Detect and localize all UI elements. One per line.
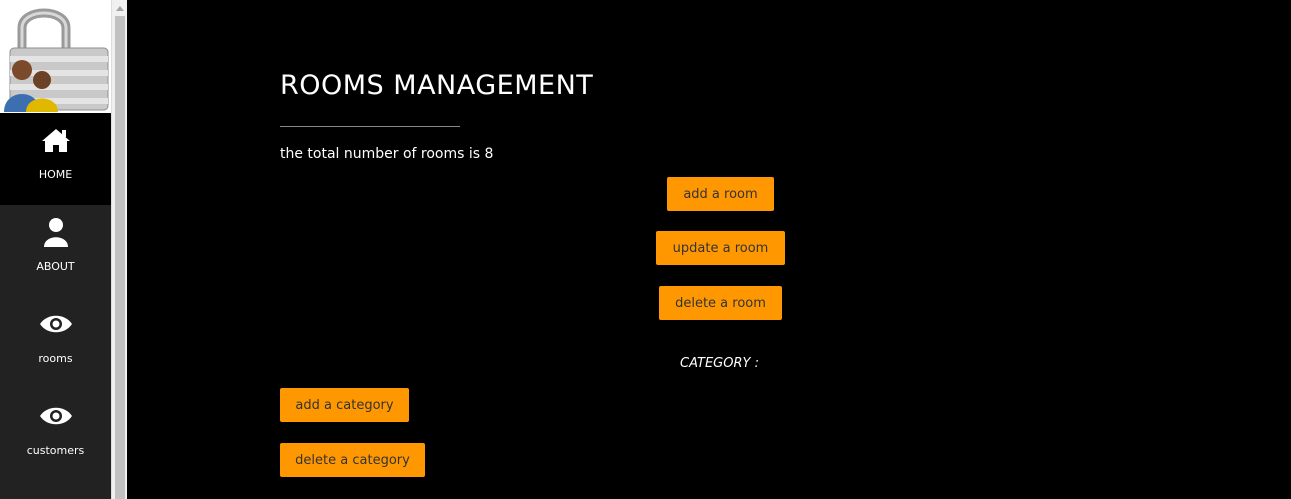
add-room-button[interactable]: add a room <box>667 177 774 211</box>
logo <box>0 0 111 113</box>
eye-icon <box>39 402 73 430</box>
scroll-thumb[interactable] <box>115 16 125 499</box>
scrollbar[interactable] <box>111 0 127 499</box>
scroll-up-arrow-icon[interactable] <box>112 0 128 16</box>
user-icon <box>43 218 69 247</box>
sidebar-item-customers[interactable]: customers <box>0 389 111 481</box>
padlock-users-logo-icon <box>4 8 109 112</box>
total-rooms-text: the total number of rooms is 8 <box>280 146 494 162</box>
delete-room-button[interactable]: delete a room <box>659 286 782 320</box>
title-divider <box>280 126 460 127</box>
main-content: ROOMS MANAGEMENT the total number of roo… <box>127 0 1291 499</box>
category-heading: CATEGORY : <box>680 356 759 371</box>
sidebar-item-label: HOME <box>38 168 73 181</box>
delete-category-button[interactable]: delete a category <box>280 443 425 477</box>
add-category-button[interactable]: add a category <box>280 388 409 422</box>
sidebar-item-label: ABOUT <box>36 260 75 273</box>
sidebar: HOME ABOUT rooms customers <box>0 0 111 499</box>
sidebar-item-rooms[interactable]: rooms <box>0 297 111 389</box>
sidebar-item-next[interactable] <box>0 481 111 499</box>
eye-icon <box>39 310 73 338</box>
page-title: ROOMS MANAGEMENT <box>280 70 594 101</box>
sidebar-item-about[interactable]: ABOUT <box>0 205 111 297</box>
home-icon <box>41 126 71 154</box>
sidebar-item-label: customers <box>26 444 85 457</box>
update-room-button[interactable]: update a room <box>656 231 785 265</box>
sidebar-item-home[interactable]: HOME <box>0 113 111 205</box>
sidebar-item-label: rooms <box>38 352 73 365</box>
